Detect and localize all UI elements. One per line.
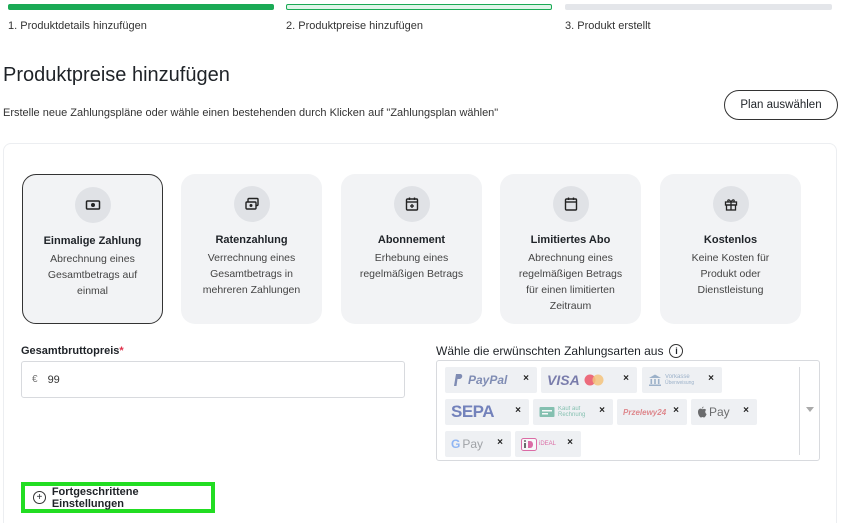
payment-chip-visa: VISA × [541, 367, 637, 393]
google-pay-logo-icon: G Pay [451, 437, 483, 451]
payment-methods-label-text: Wähle die erwünschten Zahlungsarten aus [436, 344, 664, 358]
required-mark: * [119, 345, 124, 357]
payment-chip-paypal: PayPal × [445, 367, 537, 393]
currency-symbol: € [32, 374, 38, 385]
payment-chip-przelewy24: Przelewy24 × [617, 399, 687, 425]
card-description: Erhebung eines regelmäßigen Betrags [359, 252, 464, 280]
card-title: Ratenzahlung [215, 234, 288, 246]
remove-chip-button[interactable]: × [497, 437, 503, 448]
step-2-label: 2. Produktpreise hinzufügen [286, 20, 423, 32]
advanced-settings-label: Fortgeschrittene Einstellungen [51, 485, 139, 510]
visa-name: VISA [547, 372, 580, 388]
card-title: Kostenlos [703, 234, 758, 246]
card-title: Limitiertes Abo [530, 234, 611, 246]
price-label-text: Gesamtbruttopreis [21, 345, 120, 357]
pricing-panel: Einmalige Zahlung Abrechnung eines Gesam… [3, 143, 837, 523]
payment-chip-sepa: SEPA × [445, 399, 529, 425]
select-plan-button[interactable]: Plan auswählen [724, 90, 838, 120]
gift-icon [712, 186, 749, 222]
step-2-bar [286, 4, 552, 10]
chevron-down-icon[interactable] [806, 407, 814, 412]
select-divider [799, 367, 800, 455]
page-subtitle: Erstelle neue Zahlungspläne oder wähle e… [3, 107, 499, 119]
card-free[interactable]: Kostenlos Keine Kosten für Produkt oder … [660, 174, 801, 324]
card-title: Einmalige Zahlung [43, 235, 142, 247]
calendar-plus-icon [393, 186, 430, 222]
google-pay-name: Pay [462, 437, 484, 451]
card-one-time-payment[interactable]: Einmalige Zahlung Abrechnung eines Gesam… [22, 174, 163, 324]
plus-circle-icon: + [33, 491, 46, 504]
step-1-label: 1. Produktdetails hinzufügen [8, 20, 147, 32]
visa-mastercard-logo-icon: VISA [547, 372, 605, 388]
banknote-icon [74, 187, 111, 223]
invoice-icon: Kauf auf Rechnung [539, 406, 586, 418]
przelewy24-name: Przelewy24 [623, 407, 667, 417]
card-subscription[interactable]: Abonnement Erhebung eines regelmäßigen B… [341, 174, 482, 324]
progress-steps: 1. Produktdetails hinzufügen 2. Produktp… [8, 4, 832, 36]
payment-chip-prepayment: Vorkasse Überweisung × [642, 367, 722, 393]
step-3: 3. Produkt erstellt [565, 4, 832, 32]
card-installment[interactable]: Ratenzahlung Verrechnung eines Gesamtbet… [181, 174, 322, 324]
price-value[interactable]: 99 [48, 374, 60, 386]
card-limited-subscription[interactable]: Limitiertes Abo Abrechnung eines regelmä… [500, 174, 641, 324]
remove-chip-button[interactable]: × [567, 437, 573, 448]
payment-chip-google-pay: G Pay × [445, 431, 511, 457]
apple-pay-logo-icon: Pay [697, 405, 730, 419]
sepa-name: SEPA [451, 402, 495, 421]
remove-chip-button[interactable]: × [743, 405, 749, 416]
ideal-name: iDEAL [539, 441, 557, 447]
payment-methods-select[interactable]: PayPal × VISA × Vorkasse Überweisung × S… [436, 360, 820, 461]
card-title: Abonnement [377, 234, 446, 246]
page-title: Produktpreise hinzufügen [3, 64, 230, 86]
invoice-name: Kauf auf Rechnung [558, 406, 586, 418]
step-1-bar [8, 4, 274, 10]
ideal-logo-icon: iDEAL [521, 437, 557, 451]
paypal-name: PayPal [468, 373, 508, 387]
card-description: Abrechnung eines regelmäßigen Betrags fü… [518, 252, 623, 312]
banknotes-icon [233, 186, 270, 222]
paypal-logo-icon: PayPal [451, 373, 507, 387]
remove-chip-button[interactable]: × [623, 373, 629, 384]
payment-chip-ideal: iDEAL × [515, 431, 581, 457]
apple-pay-name: Pay [709, 405, 730, 419]
payment-chip-invoice: Kauf auf Rechnung × [533, 399, 613, 425]
remove-chip-button[interactable]: × [599, 405, 605, 416]
remove-chip-button[interactable]: × [708, 373, 714, 384]
calendar-icon [552, 186, 589, 222]
gross-price-input[interactable]: € 99 [21, 361, 405, 398]
step-1: 1. Produktdetails hinzufügen [8, 4, 274, 32]
advanced-settings-button[interactable]: + Fortgeschrittene Einstellungen [21, 482, 215, 513]
payment-methods-label: Wähle die erwünschten Zahlungsarten aus … [436, 344, 684, 358]
bank-icon: Vorkasse Überweisung [648, 373, 694, 387]
card-description: Abrechnung eines Gesamtbetrags auf einma… [47, 253, 138, 297]
remove-chip-button[interactable]: × [523, 373, 529, 384]
remove-chip-button[interactable]: × [673, 405, 679, 416]
step-2: 2. Produktpreise hinzufügen [286, 4, 552, 32]
price-label: Gesamtbruttopreis* [21, 345, 124, 357]
sepa-logo-icon: SEPA [451, 402, 495, 422]
payment-chip-apple-pay: Pay × [691, 399, 757, 425]
info-icon[interactable]: i [669, 344, 684, 358]
przelewy24-logo-icon: Przelewy24 [623, 408, 666, 417]
remove-chip-button[interactable]: × [515, 405, 521, 416]
google-g: G [451, 437, 461, 451]
card-description: Verrechnung eines Gesamtbetrags in mehre… [202, 252, 301, 296]
step-3-label: 3. Produkt erstellt [565, 20, 651, 32]
vorkasse-sub: Überweisung [665, 380, 695, 386]
step-3-bar [565, 4, 832, 10]
card-description: Keine Kosten für Produkt oder Dienstleis… [691, 252, 770, 296]
